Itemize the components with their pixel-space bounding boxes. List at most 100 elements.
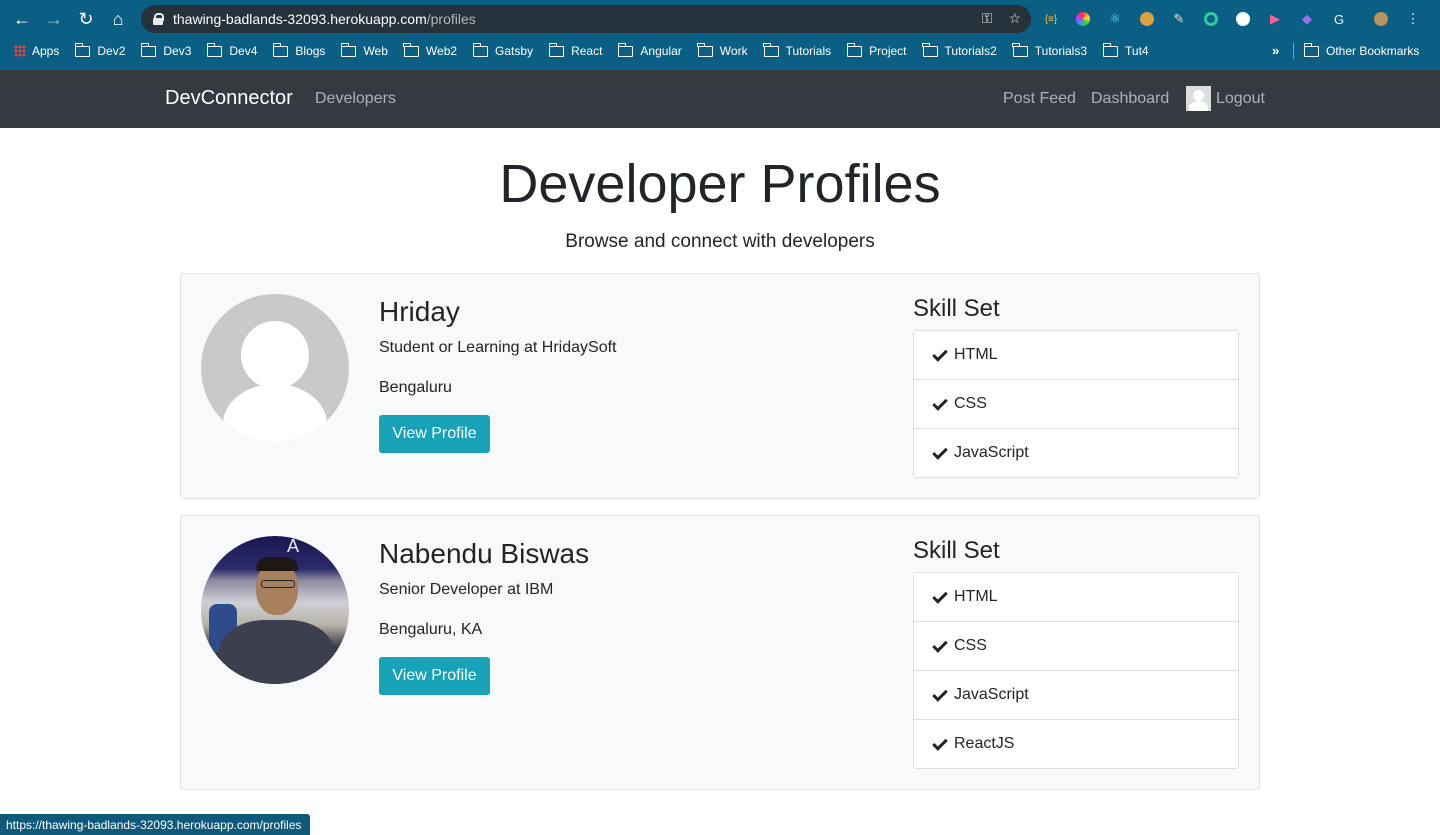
skill-set-heading: Skill Set [913,537,1000,564]
bookmark-other[interactable]: Other Bookmarks [1303,38,1419,64]
skill-set-heading: Skill Set [913,295,1000,322]
bookmark-angular[interactable]: Angular [617,42,682,58]
bookmark-tutorials3[interactable]: Tutorials3 [1012,42,1087,58]
brand-link[interactable]: DevConnector [165,87,293,110]
profile-avatar-icon[interactable] [1370,8,1392,30]
profile-status: Senior Developer at IBM [379,581,554,598]
folder-icon [140,42,157,57]
reload-icon[interactable]: ↻ [70,3,102,35]
json-extension-icon[interactable]: {≡} [1040,8,1062,30]
extensions: {≡} ⚛ ✎ ▶ ◆ G ⋮ [1040,8,1424,30]
user-avatar [1186,86,1211,111]
page-subtitle: Browse and connect with developers [565,231,875,252]
url-host: thawing-badlands-32093.herokuapp.com [173,11,427,27]
check-icon [934,690,950,700]
skill-item: JavaScript [914,671,1238,720]
check-icon [934,641,950,651]
nav-logout[interactable]: Logout [1216,90,1265,108]
lock-icon [153,13,164,25]
check-icon [934,350,950,360]
folder-icon [617,42,634,57]
folder-icon [697,42,713,57]
check-icon [934,592,950,602]
bookmark-dev2[interactable]: Dev2 [74,42,125,58]
skill-item: ReactJS [914,720,1238,768]
apps-grid-icon [14,45,26,57]
target-extension-icon[interactable] [1200,8,1222,30]
skill-list: HTML CSS JavaScript ReactJS [913,572,1239,769]
bookmark-tut4[interactable]: Tut4 [1102,42,1149,58]
key-icon[interactable]: ⚿ [982,10,993,27]
g-extension-icon[interactable]: G [1328,8,1350,30]
folder-icon [272,42,289,57]
bookmark-apps[interactable]: Apps [14,44,59,58]
home-icon[interactable]: ⌂ [102,3,134,35]
skill-item: JavaScript [914,429,1238,477]
nav-developers[interactable]: Developers [315,90,396,108]
video-extension-icon[interactable]: ▶ [1264,8,1286,30]
page-title: Developer Profiles [499,154,941,214]
folder-icon [472,42,489,57]
view-profile-button[interactable]: View Profile [379,415,490,453]
folder-icon [1012,42,1028,57]
profile-card: A Nabendu Biswas Senior Developer at IBM… [180,515,1260,790]
profile-location: Bengaluru [379,379,452,396]
bookmark-dev4[interactable]: Dev4 [206,42,257,58]
gem-extension-icon[interactable]: ◆ [1296,8,1318,30]
bookmark-web[interactable]: Web [340,42,388,58]
skill-item: HTML [914,331,1238,380]
skill-list: HTML CSS JavaScript [913,330,1239,478]
folder-icon [206,42,223,57]
folder-icon [403,42,419,57]
folder-icon [340,42,357,57]
bookmark-project[interactable]: Project [846,42,907,58]
bookmark-tutorials2[interactable]: Tutorials2 [922,42,997,58]
profile-name: Nabendu Biswas [379,538,590,569]
profile-card: Hriday Student or Learning at HridaySoft… [180,273,1260,499]
browser-toolbar: ← → ↻ ⌂ thawing-badlands-32093.herokuapp… [0,0,1440,38]
default-avatar-image [201,294,349,442]
bookmark-react[interactable]: React [548,42,602,58]
folder-icon [74,42,91,57]
menu-kebab-icon[interactable]: ⋮ [1402,8,1424,30]
skill-item: HTML [914,573,1238,622]
profile-location: Bengaluru, KA [379,621,483,638]
view-profile-button[interactable]: View Profile [379,657,490,695]
nav-post-feed[interactable]: Post Feed [1003,90,1076,108]
app-navbar: DevConnector Developers Post Feed Dashbo… [0,70,1440,128]
skill-item: CSS [914,622,1238,671]
colorpick-extension-icon[interactable] [1072,8,1094,30]
folder-icon [922,42,938,57]
bookmark-web2[interactable]: Web2 [403,42,457,58]
forward-icon[interactable]: → [38,3,70,35]
pen-extension-icon[interactable]: ✎ [1168,8,1190,30]
folder-icon [548,42,565,57]
bookmarks-divider [1293,43,1294,59]
bookmark-gatsby[interactable]: Gatsby [472,42,533,58]
skill-item: CSS [914,380,1238,429]
bookmark-tutorials[interactable]: Tutorials [763,42,831,58]
bookmark-dev3[interactable]: Dev3 [140,42,191,58]
url-path: /profiles [426,11,476,27]
h-extension-icon[interactable] [1232,8,1254,30]
folder-icon [1303,42,1319,57]
star-icon[interactable]: ☆ [1008,10,1021,27]
folder-icon [846,42,863,57]
folder-icon [1102,42,1119,57]
bookmarks-overflow-chevron-icon[interactable]: » [1272,43,1279,58]
address-bar[interactable]: thawing-badlands-32093.herokuapp.com/pro… [141,5,1031,33]
profile-name: Hriday [379,296,460,327]
check-icon [934,399,950,409]
nav-dashboard[interactable]: Dashboard [1091,90,1169,108]
bookmark-blogs[interactable]: Blogs [272,42,325,58]
profile-status: Student or Learning at HridaySoft [379,339,617,356]
check-icon [934,739,950,749]
back-icon[interactable]: ← [6,3,38,35]
bookmark-work[interactable]: Work [697,42,748,58]
check-icon [934,448,950,458]
profile-photo: A [201,536,349,684]
cookie-extension-icon[interactable] [1136,8,1158,30]
react-devtools-icon[interactable]: ⚛ [1104,8,1126,30]
bookmarks-bar: Apps Dev2 Dev3 Dev4 Blogs Web Web2 Gatsb… [0,38,1440,64]
link-status-bar: https://thawing-badlands-32093.herokuapp… [0,814,310,835]
